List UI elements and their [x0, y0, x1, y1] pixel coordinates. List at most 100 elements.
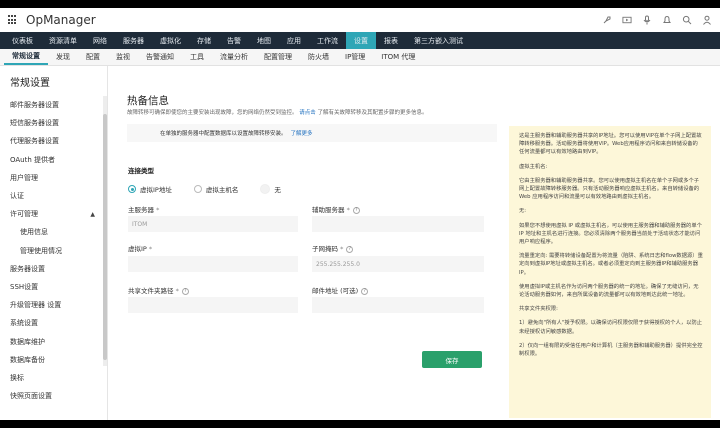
sub-nav-item[interactable]: 发现: [48, 49, 78, 65]
help-paragraph: 如果您不想使用虚拟 IP 或虚拟主机名，可以使用主服务器和辅助服务器的单个 IP…: [519, 222, 702, 246]
main-nav-item[interactable]: 工作流: [309, 32, 346, 49]
rocket-icon[interactable]: [602, 15, 612, 25]
sidebar-item[interactable]: 快照页面设置: [0, 387, 107, 405]
radio-button[interactable]: [260, 184, 271, 194]
sidebar-item[interactable]: 数据库备份: [0, 351, 107, 369]
sub-nav-item[interactable]: ITOM 代理: [373, 49, 423, 65]
sidebar-item[interactable]: 管理使用情况: [0, 242, 107, 260]
sidebar-item-label: 换标: [10, 373, 24, 382]
help-paragraph: 共享文件夹权限:: [519, 306, 558, 313]
sidebar-item-label: 数据库备份: [10, 355, 45, 364]
notice-text: 在单独的服务器中配置数据库以设置故障转移安装。: [160, 131, 287, 137]
connection-type-radios: 虚拟IP地址 虚拟主机名 无: [128, 184, 303, 194]
notice-learn-more-link[interactable]: 了解更多: [291, 129, 313, 137]
main-nav-item[interactable]: 仪表板: [4, 32, 41, 49]
help-paragraph: 它由主服务器和辅助服务器共享。您可以使用虚拟主机名在单个子网或多个子网上配置故障…: [519, 177, 700, 201]
sidebar-item[interactable]: OAuth 提供者: [0, 151, 107, 169]
help-paragraph: 2）仅向一组有限的受信任用户和计算机（主服务器和辅助服务器）提供完全控制权限。: [519, 342, 703, 358]
description-link[interactable]: 请点击: [299, 110, 316, 116]
main-nav-item[interactable]: 应用: [279, 32, 309, 49]
help-question-icon[interactable]: ?: [181, 287, 189, 295]
help-paragraph: 使用虚拟IP或主机名作为访问两个服务器的统一的地址。确保了无缝访问，无论活动服务…: [519, 283, 699, 299]
primary-server-input[interactable]: ITOM: [128, 216, 298, 232]
main-nav-item[interactable]: 告警: [219, 32, 249, 49]
sidebar-item[interactable]: 认证: [0, 187, 107, 205]
failover-notice: 在单独的服务器中配置数据库以设置故障转移安装。 了解更多: [127, 124, 497, 142]
connection-type-radio[interactable]: 虚拟主机名: [193, 184, 238, 194]
help-question-icon[interactable]: ?: [352, 206, 360, 214]
sub-nav-item[interactable]: 告警通知: [138, 49, 182, 65]
sub-nav-item[interactable]: 流量分析: [212, 49, 256, 65]
sub-nav-item[interactable]: 配置管理: [256, 49, 300, 65]
description-tail: 了解有关故障转移及其配置步骤的更多信息。: [317, 110, 428, 116]
app-title: OpManager: [26, 13, 96, 27]
sidebar-item-label: 用户管理: [10, 173, 38, 182]
main-nav-item[interactable]: 存储: [189, 32, 219, 49]
connection-type-radio[interactable]: 虚拟IP地址: [128, 184, 172, 194]
secondary-server-label: 辅助服务器 *?: [312, 204, 360, 214]
radio-button[interactable]: [193, 185, 202, 193]
sidebar-item-label: 服务器设置: [10, 264, 45, 273]
sub-nav-item[interactable]: 防火墙: [300, 49, 337, 65]
sidebar-item-label: 管理使用情况: [20, 246, 62, 255]
sidebar-item[interactable]: SSH设置: [0, 278, 107, 296]
sidebar-item[interactable]: 代理服务器设置: [0, 132, 107, 150]
sub-nav-item[interactable]: 监视: [108, 49, 138, 65]
main-nav-item[interactable]: 虚拟化: [152, 32, 189, 49]
secondary-server-input[interactable]: [312, 216, 484, 232]
video-icon[interactable]: [622, 15, 632, 25]
sub-nav-item[interactable]: 配置: [78, 49, 108, 65]
sidebar-item[interactable]: 系统设置: [0, 314, 107, 332]
shared-folder-input[interactable]: [128, 297, 298, 313]
help-question-icon[interactable]: ?: [346, 245, 354, 253]
sub-nav-item[interactable]: IP管理: [337, 49, 373, 65]
connection-type-label: 连接类型: [128, 167, 154, 175]
radio-button[interactable]: [128, 185, 136, 193]
main-nav-item[interactable]: 服务器: [115, 32, 152, 49]
sidebar-item[interactable]: 用户管理: [0, 169, 107, 187]
sidebar-item-label: 使用信息: [20, 228, 48, 237]
caret-up-icon[interactable]: ▲: [90, 211, 95, 218]
sidebar-item[interactable]: 许可管理 ▲: [0, 205, 107, 223]
main-nav-item[interactable]: 网络: [85, 32, 115, 49]
sub-nav-item[interactable]: 工具: [182, 49, 212, 65]
subnet-mask-label: 子网掩码 *?: [312, 243, 354, 253]
search-icon[interactable]: [682, 15, 692, 25]
sidebar-item-label: 邮件服务器设置: [10, 101, 59, 110]
help-paragraph: 1）避免向"所有人"授予权限。以确保访问权限仅限于获得授权的个人，以防止未经授权…: [519, 320, 703, 335]
sidebar-item[interactable]: 换标: [0, 369, 107, 387]
main-nav-item[interactable]: 资源清单: [41, 32, 85, 49]
main-content: 热备信息 故障转移可确保即使您的主要安装出现故障，您的网络仍然受到监控。 请点击…: [114, 66, 498, 420]
sidebar-item[interactable]: 服务器设置: [0, 260, 107, 278]
radio-label: 虚拟IP地址: [140, 186, 172, 194]
page-title: 热备信息: [127, 95, 169, 107]
main-nav-item[interactable]: 报表: [376, 32, 406, 49]
radio-label: 无: [274, 186, 281, 194]
sidebar-item-label: 快照页面设置: [10, 392, 52, 401]
microphone-icon[interactable]: [642, 15, 652, 25]
bell-icon[interactable]: [662, 15, 672, 25]
app-grid-icon[interactable]: [8, 15, 18, 25]
sidebar-item-label: 许可管理: [10, 210, 38, 219]
main-nav-item[interactable]: 第三方嵌入测试: [406, 32, 471, 49]
sidebar-item[interactable]: 短信服务器设置: [0, 114, 107, 132]
sidebar-item[interactable]: 升级管理器 设置: [0, 296, 107, 314]
subnet-mask-input[interactable]: 255.255.255.0: [312, 256, 484, 272]
sidebar-title: 常规设置: [10, 78, 50, 89]
sidebar-scrollbar-thumb[interactable]: [103, 114, 107, 360]
connection-type-radio[interactable]: 无: [260, 184, 281, 194]
sub-nav-item[interactable]: 常规设置: [4, 49, 48, 65]
email-input[interactable]: [312, 297, 484, 313]
sidebar-item[interactable]: 数据库维护: [0, 332, 107, 350]
shared-folder-label: 共享文件夹路径 *?: [128, 285, 189, 295]
main-nav-item[interactable]: 地图: [249, 32, 279, 49]
sidebar-list: 邮件服务器设置 短信服务器设置 代理服务器设置 OAuth 提供者 用户管理 认证 许可管理…: [0, 96, 107, 405]
sidebar-item[interactable]: 使用信息: [0, 223, 107, 241]
sub-nav: 常规设置 发现 配置 监视 告警通知 工具 流量分析 配置管理 防火墙 IP管理 ITOM 代理: [0, 49, 720, 66]
sidebar-item[interactable]: 邮件服务器设置: [0, 96, 107, 114]
virtual-ip-input[interactable]: [128, 256, 298, 272]
main-nav-item[interactable]: 设置: [346, 32, 376, 49]
save-button[interactable]: 保存: [422, 351, 482, 368]
help-question-icon[interactable]: ?: [361, 287, 369, 295]
user-icon[interactable]: [702, 15, 712, 25]
